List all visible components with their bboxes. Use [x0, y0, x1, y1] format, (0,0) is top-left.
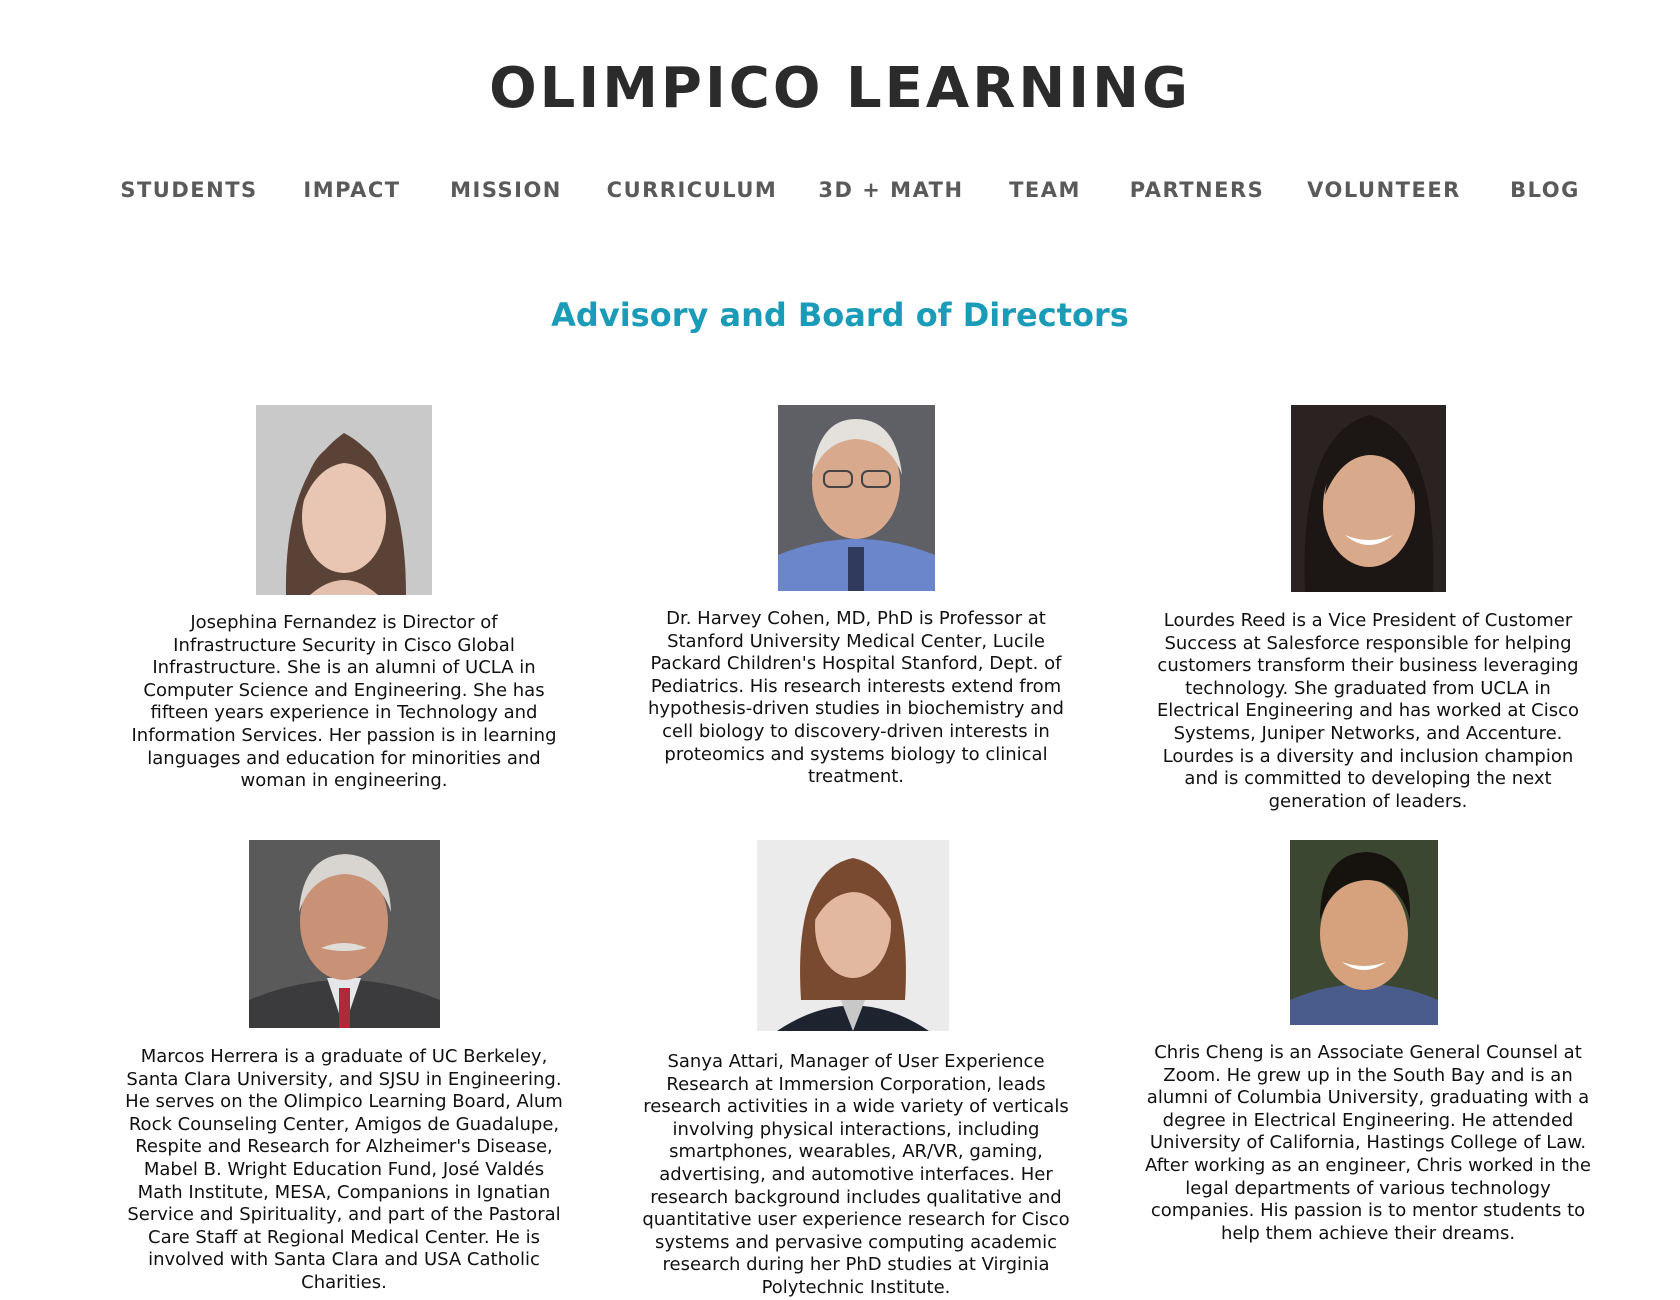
nav-item-curriculum[interactable]: CURRICULUM: [607, 178, 778, 202]
woman-portrait-icon: [1291, 405, 1446, 592]
man-portrait-icon: [249, 840, 440, 1028]
nav-item-mission[interactable]: MISSION: [450, 178, 562, 202]
nav-item-volunteer[interactable]: VOLUNTEER: [1307, 178, 1461, 202]
member-bio: Josephina Fernandez is Director of Infra…: [131, 612, 557, 792]
member-photo: [256, 405, 432, 595]
nav-item-3d-math[interactable]: 3D + MATH: [818, 178, 963, 202]
member-bio: Chris Cheng is an Associate General Coun…: [1145, 1042, 1591, 1244]
nav-item-impact[interactable]: IMPACT: [303, 178, 400, 202]
nav-item-team[interactable]: TEAM: [1009, 178, 1081, 202]
man-portrait-icon: [778, 405, 935, 591]
member-bio: Marcos Herrera is a graduate of UC Berke…: [125, 1046, 563, 1293]
main-nav: STUDENTS IMPACT MISSION CURRICULUM 3D + …: [0, 178, 1680, 208]
member-photo: [778, 405, 935, 591]
nav-item-students[interactable]: STUDENTS: [120, 178, 257, 202]
site-title: OLIMPICO LEARNING: [489, 56, 1191, 121]
member-photo: [757, 840, 949, 1031]
member-photo: [1291, 405, 1446, 592]
member-photo: [249, 840, 440, 1028]
woman-portrait-icon: [757, 840, 949, 1031]
man-portrait-icon: [1290, 840, 1438, 1025]
member-bio: Sanya Attari, Manager of User Experience…: [642, 1051, 1070, 1298]
woman-portrait-icon: [256, 405, 432, 595]
section-heading: Advisory and Board of Directors: [551, 296, 1129, 334]
nav-item-blog[interactable]: BLOG: [1510, 178, 1580, 202]
member-bio: Lourdes Reed is a Vice President of Cust…: [1156, 610, 1580, 812]
member-bio: Dr. Harvey Cohen, MD, PhD is Professor a…: [648, 608, 1064, 788]
member-photo: [1290, 840, 1438, 1025]
nav-item-partners[interactable]: PARTNERS: [1130, 178, 1264, 202]
